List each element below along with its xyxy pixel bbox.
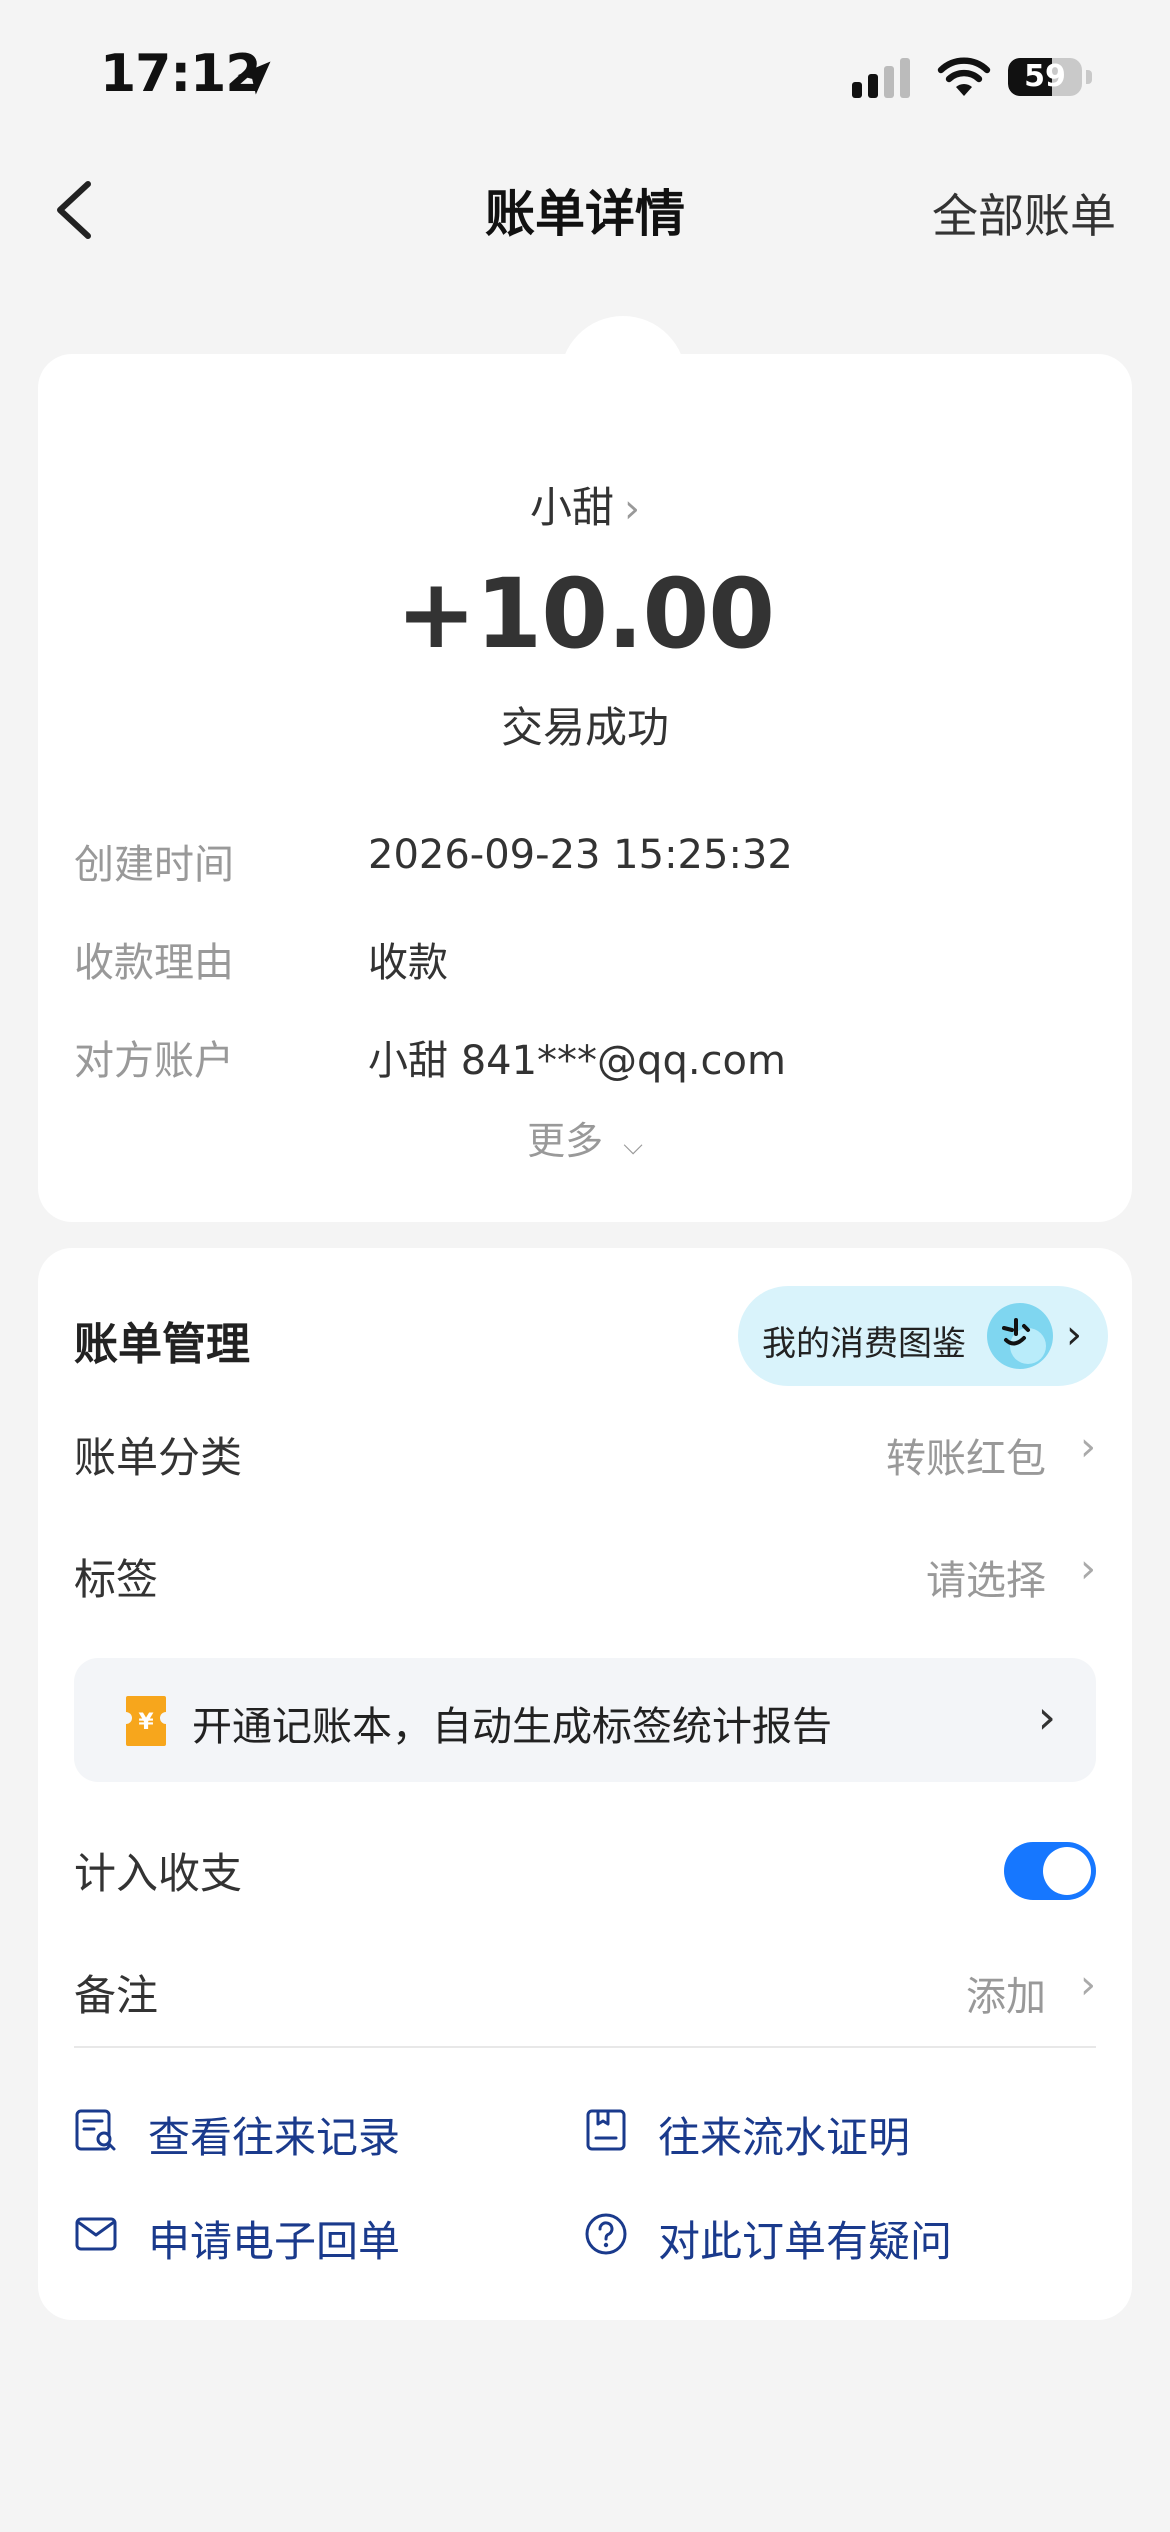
- wifi-icon: [937, 57, 991, 96]
- statement-proof-label: 往来流水证明: [658, 2113, 911, 2162]
- view-records-label: 查看往来记录: [148, 2113, 401, 2162]
- bill-category-row[interactable]: 账单分类 转账红包 ›: [74, 1414, 1096, 1494]
- tag-value: 请选择: [926, 1558, 1046, 1604]
- count-in-label: 计入收支: [74, 1849, 243, 1898]
- status-bar: 17:12 59: [0, 0, 1170, 150]
- guide-button-label: 我的消费图鉴: [762, 1324, 966, 1364]
- count-in-row: 计入收支: [74, 1830, 1096, 1910]
- ledger-promo-banner[interactable]: ¥ 开通记账本，自动生成标签统计报告 ›: [74, 1658, 1096, 1782]
- transaction-amount: +10.00: [395, 558, 775, 670]
- counterparty-link[interactable]: 小甜 ›: [38, 474, 1132, 535]
- record-search-icon: [75, 2109, 116, 2151]
- consumption-guide-button[interactable]: 我的消费图鉴 ›: [738, 1286, 1108, 1386]
- detail-label: 收款理由: [74, 940, 234, 986]
- detail-value: 收款: [368, 940, 448, 986]
- more-label: 更多: [527, 1119, 604, 1163]
- bill-management-card: 账单管理 我的消费图鉴 › 账单分类 转账红包 › 标签 请选择 › ¥ 开通记…: [38, 1248, 1132, 2320]
- all-bills-link[interactable]: 全部账单: [932, 180, 1116, 246]
- chevron-right-icon: ›: [1080, 1424, 1096, 1470]
- e-receipt-label: 申请电子回单: [148, 2217, 401, 2266]
- chevron-right-icon: ›: [1066, 1312, 1082, 1358]
- note-label: 备注: [74, 1971, 159, 2020]
- mail-icon: [75, 2217, 117, 2251]
- chevron-down-icon: ⌵: [623, 1131, 643, 1161]
- svg-text:¥: ¥: [138, 1710, 154, 1735]
- category-value: 转账红包: [886, 1436, 1046, 1482]
- mascot-face-icon: [987, 1303, 1053, 1369]
- cellular-signal-icon: [852, 58, 910, 98]
- note-row[interactable]: 备注 添加 ›: [74, 1952, 1096, 2032]
- bill-summary-card: 小甜 › +10.00 交易成功 创建时间 2026-09-23 15:25:32…: [38, 316, 1132, 1222]
- detail-value: 2026-09-23 15:25:32: [368, 832, 793, 878]
- yuan-ticket-icon: ¥: [126, 1696, 166, 1746]
- location-arrow-icon: [237, 61, 271, 95]
- detail-value: 小甜 841***@qq.com: [368, 1038, 786, 1084]
- document-icon: [586, 2109, 626, 2151]
- category-label: 账单分类: [74, 1433, 243, 1482]
- question-circle-icon: [585, 2213, 627, 2255]
- chevron-right-icon: ›: [1037, 1690, 1056, 1744]
- counterparty-name: 小甜: [529, 483, 614, 532]
- tag-row[interactable]: 标签 请选择 ›: [74, 1536, 1096, 1616]
- chevron-right-icon: ›: [1080, 1962, 1096, 2008]
- battery-percent: 59: [1024, 59, 1066, 94]
- chevron-right-icon: ›: [624, 486, 640, 532]
- divider: [74, 2046, 1096, 2048]
- count-in-toggle[interactable]: [1004, 1842, 1096, 1900]
- battery-indicator: 59: [1008, 52, 1092, 102]
- navigation-bar: 账单详情 全部账单: [0, 160, 1170, 260]
- detail-label: 创建时间: [74, 842, 234, 888]
- transaction-status: 交易成功: [500, 703, 669, 752]
- avatar-placeholder: [560, 316, 686, 386]
- order-question-label: 对此订单有疑问: [658, 2217, 953, 2266]
- detail-label: 对方账户: [74, 1038, 234, 1084]
- note-value: 添加: [966, 1974, 1046, 2020]
- more-button[interactable]: 更多 ⌵: [38, 1110, 1132, 1165]
- chevron-right-icon: ›: [1080, 1546, 1096, 1592]
- toggle-knob: [1043, 1847, 1091, 1895]
- promo-text: 开通记账本，自动生成标签统计报告: [192, 1704, 832, 1750]
- tag-label: 标签: [74, 1555, 159, 1604]
- section-title: 账单管理: [74, 1319, 250, 1370]
